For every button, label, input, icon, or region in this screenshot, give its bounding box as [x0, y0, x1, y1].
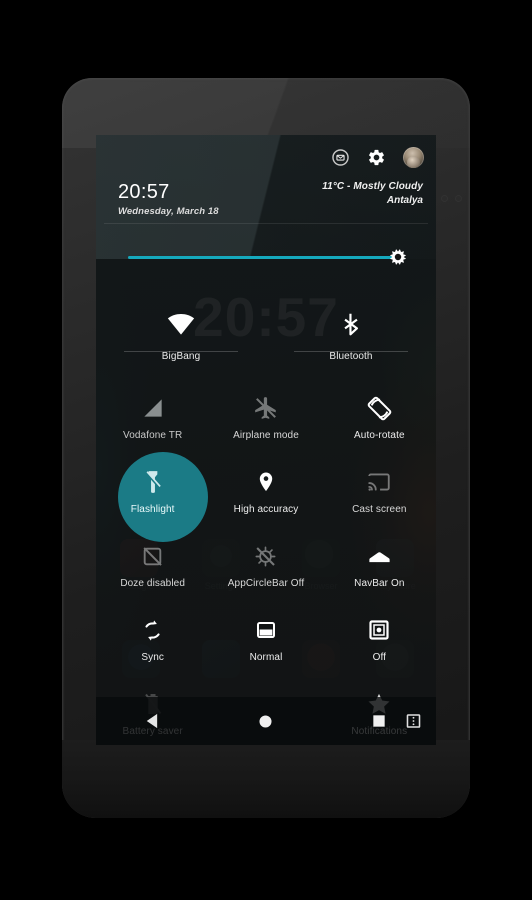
qs-tile-label: Vodafone TR — [123, 430, 183, 441]
weather-location: Antalya — [386, 195, 423, 206]
flashlight-off-icon — [96, 465, 209, 499]
qs-tile-row-connectivity: BigBang Bluetooth — [96, 307, 436, 371]
qs-tile-navbar[interactable]: NavBar On — [323, 539, 436, 589]
qs-tile-flashlight[interactable]: Flashlight — [96, 452, 209, 542]
qs-tile-auto-rotate[interactable]: Auto-rotate — [323, 391, 436, 441]
qs-tile-screenshot[interactable]: Off — [323, 613, 436, 663]
brightness-slider[interactable] — [96, 241, 436, 275]
weather-conditions: 11°C - Mostly Cloudy — [322, 181, 423, 192]
phone-screen: Google Settings Browser Play Store — [96, 135, 436, 745]
header-divider — [104, 223, 428, 224]
auto-rotate-icon — [323, 391, 436, 425]
qs-tile-label: Bluetooth — [329, 351, 373, 362]
sync-icon — [96, 613, 209, 647]
qs-tile-appcirclebar[interactable]: AppCircleBar Off — [209, 539, 322, 589]
cell-signal-icon — [96, 391, 209, 425]
qs-tile-wifi[interactable]: BigBang — [96, 307, 266, 371]
location-pin-icon — [209, 465, 322, 499]
cast-screen-icon — [323, 465, 436, 499]
qs-clock-date: Wednesday, March 18 — [118, 206, 219, 217]
qs-tile-bluetooth[interactable]: Bluetooth — [266, 307, 436, 371]
screenshot-root: Google Settings Browser Play Store — [0, 0, 532, 900]
settings-gear-icon[interactable] — [367, 148, 386, 167]
qs-tile-cellular[interactable]: Vodafone TR — [96, 391, 209, 441]
qs-tile-row-4: Doze disabled AppCircleBar Off NavBar On — [96, 539, 436, 589]
do-not-disturb-icon[interactable] — [331, 148, 350, 167]
qs-tile-screen-mode[interactable]: Normal — [209, 613, 322, 663]
qs-tile-label: NavBar On — [354, 578, 405, 589]
device-chin — [62, 740, 470, 818]
tile-underline — [294, 351, 408, 352]
qs-tile-label: Doze disabled — [120, 578, 185, 589]
airplane-off-icon — [209, 391, 322, 425]
navbar-icon — [323, 539, 436, 573]
system-navigation-bar — [96, 697, 436, 745]
qs-tile-label: Cast screen — [352, 504, 407, 515]
bluetooth-icon — [266, 307, 436, 341]
qs-tile-sync[interactable]: Sync — [96, 613, 209, 663]
qs-header: 20:57 Wednesday, March 18 11°C - Mostly … — [96, 135, 436, 223]
screen-normal-icon — [209, 613, 322, 647]
qs-clock-time[interactable]: 20:57 — [118, 181, 170, 204]
qs-tile-label: Airplane mode — [233, 430, 299, 441]
qs-tile-label: Off — [372, 652, 387, 663]
qs-tile-label: Sync — [141, 652, 164, 663]
proximity-sensor — [442, 196, 447, 201]
triangle-back-icon — [143, 711, 163, 731]
qs-tile-label: BigBang — [161, 351, 201, 362]
circle-home-icon — [257, 713, 274, 730]
qs-tile-label: High accuracy — [233, 504, 299, 515]
quick-settings-panel: 20:57 20:57 Wednesday, March 18 11°C - M… — [96, 135, 436, 745]
qs-tile-row-3: Flashlight High accuracy Cast screen — [96, 452, 436, 542]
wifi-icon — [96, 307, 266, 341]
user-avatar[interactable] — [403, 147, 424, 168]
appcirclebar-off-icon — [209, 539, 322, 573]
qs-header-icons — [331, 147, 424, 168]
qs-tile-row-5: Sync Normal Off — [96, 613, 436, 663]
doze-off-icon — [96, 539, 209, 573]
qs-tile-label: Auto-rotate — [354, 430, 405, 441]
qs-tile-location[interactable]: High accuracy — [209, 465, 322, 515]
light-sensor — [456, 196, 461, 201]
back-button[interactable] — [96, 697, 209, 745]
qs-tile-doze[interactable]: Doze disabled — [96, 539, 209, 589]
qs-tile-label: Flashlight — [130, 504, 175, 515]
brightness-track-filled[interactable] — [128, 256, 396, 259]
qs-weather[interactable]: 11°C - Mostly Cloudy Antalya — [322, 181, 423, 206]
qs-tile-airplane-mode[interactable]: Airplane mode — [209, 391, 322, 441]
qs-tile-row-2: Vodafone TR Airplane mode Auto-rotate — [96, 391, 436, 441]
home-button[interactable] — [209, 697, 322, 745]
screenshot-off-icon — [323, 613, 436, 647]
tile-underline — [124, 351, 238, 352]
brightness-sun-icon[interactable] — [386, 245, 410, 269]
square-recents-icon — [371, 713, 387, 729]
qs-tile-cast-screen[interactable]: Cast screen — [323, 465, 436, 515]
menu-overflow-button[interactable] — [405, 713, 422, 730]
qs-tile-label: AppCircleBar Off — [227, 578, 305, 589]
qs-tile-label: Normal — [249, 652, 283, 663]
